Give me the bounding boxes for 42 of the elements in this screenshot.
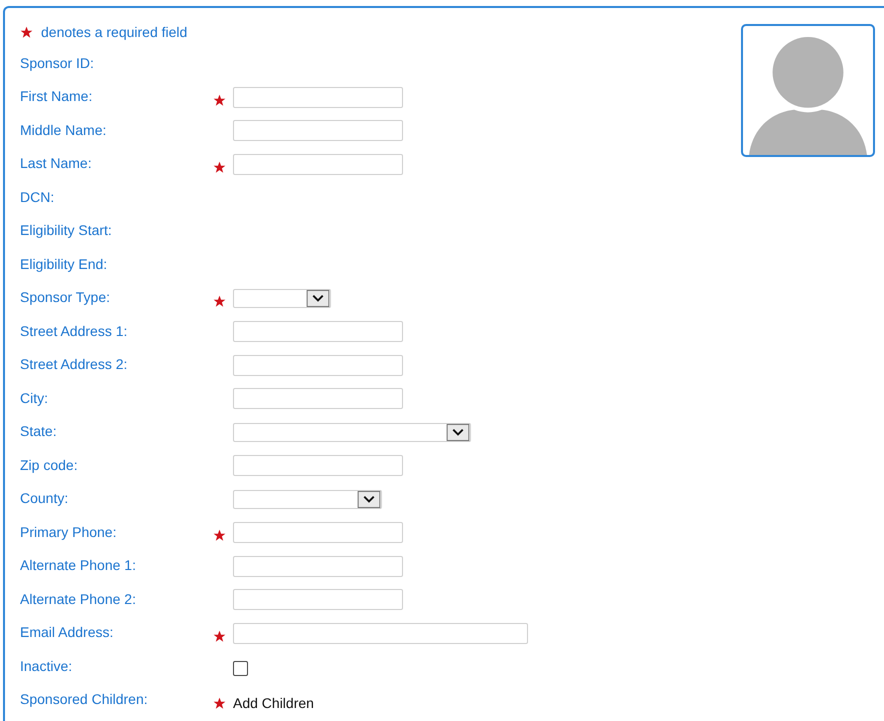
field-label: Inactive: — [20, 658, 74, 674]
input-field[interactable] — [233, 622, 528, 644]
add-children-link[interactable]: Add Children — [233, 695, 314, 712]
required-star-icon — [20, 26, 33, 39]
field-label: Email Address: — [20, 624, 114, 640]
field-label: DCN: — [20, 188, 56, 205]
field-label: Sponsor Type: — [20, 289, 112, 306]
field-label: Last Name: — [20, 155, 93, 172]
field-label: First Name: — [20, 88, 94, 104]
input-field[interactable] — [233, 354, 403, 376]
input-field[interactable] — [233, 522, 403, 544]
input-field[interactable] — [233, 120, 403, 142]
field-label: Alternate Phone 1: — [20, 557, 137, 574]
field-label: Primary Phone: — [20, 524, 118, 540]
field-label: City: — [20, 390, 49, 406]
field-label: Eligibility Start: — [20, 222, 113, 238]
field-label: Sponsor ID: — [20, 54, 95, 71]
chevron-icon[interactable] — [446, 424, 470, 441]
required-note: denotes a required field — [41, 24, 188, 40]
field-label: State: — [20, 423, 58, 440]
input-field[interactable] — [233, 455, 403, 476]
input-field[interactable] — [233, 388, 403, 410]
chevron-icon[interactable] — [357, 490, 381, 508]
checkbox[interactable] — [233, 661, 248, 676]
input-field[interactable] — [233, 589, 403, 610]
dropdown-field[interactable] — [233, 288, 331, 308]
input-field[interactable] — [233, 321, 403, 342]
dropdown-field[interactable] — [233, 490, 382, 509]
field-label: Street Address 1: — [20, 322, 128, 339]
field-label: Street Address 2: — [20, 356, 128, 372]
field-label: Middle Name: — [20, 122, 108, 138]
input-field[interactable] — [233, 154, 403, 175]
field-label: Zip code: — [20, 456, 79, 473]
dropdown-field[interactable] — [233, 422, 471, 442]
input-field[interactable] — [233, 86, 403, 108]
field-label: Sponsored Children: — [20, 691, 149, 708]
input-field[interactable] — [233, 556, 403, 577]
field-label: County: — [20, 490, 70, 506]
field-label: Eligibility End: — [20, 256, 108, 272]
field-label: Alternate Phone 2: — [20, 590, 137, 607]
person-silhouette-icon — [749, 37, 867, 155]
chevron-icon[interactable] — [306, 290, 330, 307]
